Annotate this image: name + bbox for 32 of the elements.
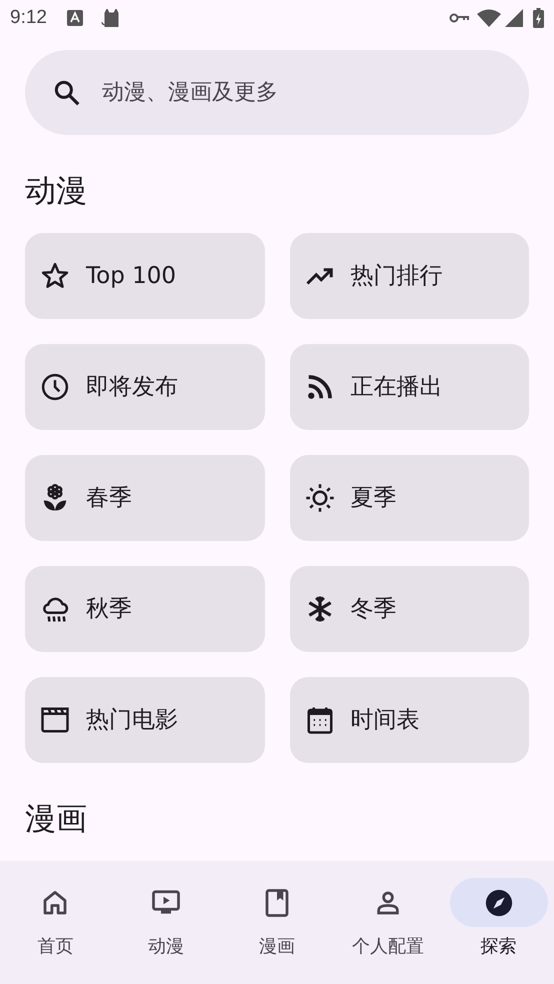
cat-icon	[100, 9, 121, 27]
search-input: 动漫、漫画及更多	[102, 76, 502, 109]
compass-icon	[484, 888, 514, 918]
category-button[interactable]: 夏季	[290, 455, 529, 541]
category-button[interactable]: 冬季	[290, 566, 529, 652]
category-button[interactable]: 正在播出	[290, 344, 529, 430]
sun-icon	[304, 483, 334, 513]
section-heading: 漫画	[25, 800, 88, 839]
section-heading: 动漫	[25, 172, 88, 211]
nav-tab[interactable]: 个人配置	[332, 861, 444, 984]
nav-tab[interactable]: 漫画	[222, 861, 332, 984]
clock-icon	[40, 372, 70, 402]
search-field[interactable]: 动漫、漫画及更多	[25, 50, 529, 135]
nav-tab[interactable]: 动漫	[110, 861, 222, 984]
nav-tab[interactable]: 探索	[443, 861, 554, 984]
clapperboard-icon	[40, 705, 70, 735]
category-button[interactable]: 时间表	[290, 677, 529, 763]
wifi-icon	[477, 9, 501, 27]
category-button[interactable]: 热门排行	[290, 233, 529, 319]
status-time: 9:12	[10, 6, 47, 30]
category-button[interactable]: 即将发布	[25, 344, 264, 430]
category-button[interactable]: 春季	[25, 455, 264, 541]
nav-tab[interactable]: 首页	[0, 861, 111, 984]
calendar-icon	[304, 705, 334, 735]
category-button[interactable]: Top 100	[25, 233, 264, 319]
battery-icon	[533, 8, 544, 28]
category-button[interactable]: 热门电影	[25, 677, 264, 763]
category-button[interactable]: 秋季	[25, 566, 264, 652]
star-icon	[40, 261, 70, 291]
key-icon	[449, 13, 469, 23]
signal-icon	[505, 9, 523, 27]
keyboard-icon	[66, 10, 83, 26]
